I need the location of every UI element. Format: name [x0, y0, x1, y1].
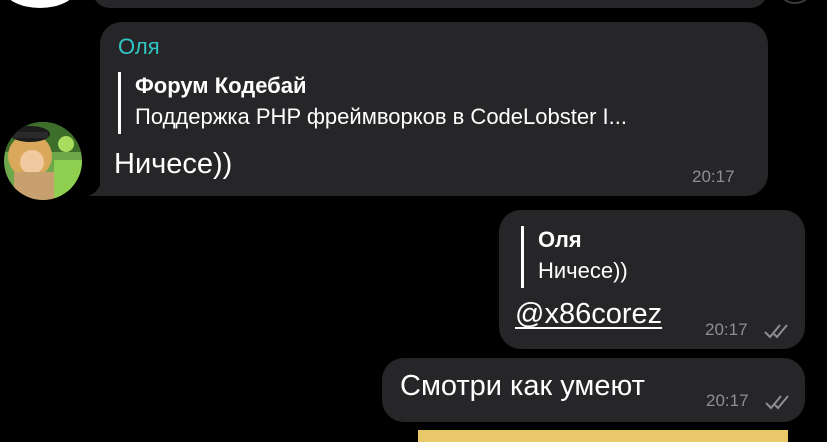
outgoing-message-bubble[interactable]: Смотри как умеют 20:17	[382, 358, 805, 422]
double-check-icon	[765, 395, 789, 410]
message-text: Смотри как умеют	[400, 370, 645, 402]
reply-text: Ничесе))	[538, 258, 628, 283]
previous-avatar[interactable]	[4, 0, 76, 8]
reply-text: Поддержка PHP фреймворков в CodeLobster …	[135, 104, 627, 129]
top-right-button[interactable]	[776, 0, 814, 4]
message-text: Ничесе))	[114, 148, 233, 180]
previous-message-bubble[interactable]	[92, 0, 768, 8]
mention-link[interactable]: @x86corez	[515, 298, 662, 331]
message-time: 20:17	[692, 167, 735, 186]
message-time: 20:17	[705, 320, 748, 339]
outgoing-message-bubble[interactable]: Оля Ничесе)) @x86corez 20:17	[499, 210, 805, 349]
reply-quote[interactable]: Оля Ничесе))	[521, 226, 628, 288]
reply-quote[interactable]: Форум Кодебай Поддержка PHP фреймворков …	[118, 72, 627, 134]
message-time: 20:17	[706, 391, 749, 410]
avatar[interactable]	[4, 122, 82, 200]
incoming-message-bubble[interactable]: Оля Форум Кодебай Поддержка PHP фреймвор…	[100, 22, 768, 196]
image-message-preview[interactable]	[418, 430, 788, 442]
double-check-icon	[764, 324, 788, 339]
reply-title: Оля	[538, 227, 582, 252]
sender-name[interactable]: Оля	[118, 34, 160, 60]
reply-title: Форум Кодебай	[135, 73, 307, 98]
